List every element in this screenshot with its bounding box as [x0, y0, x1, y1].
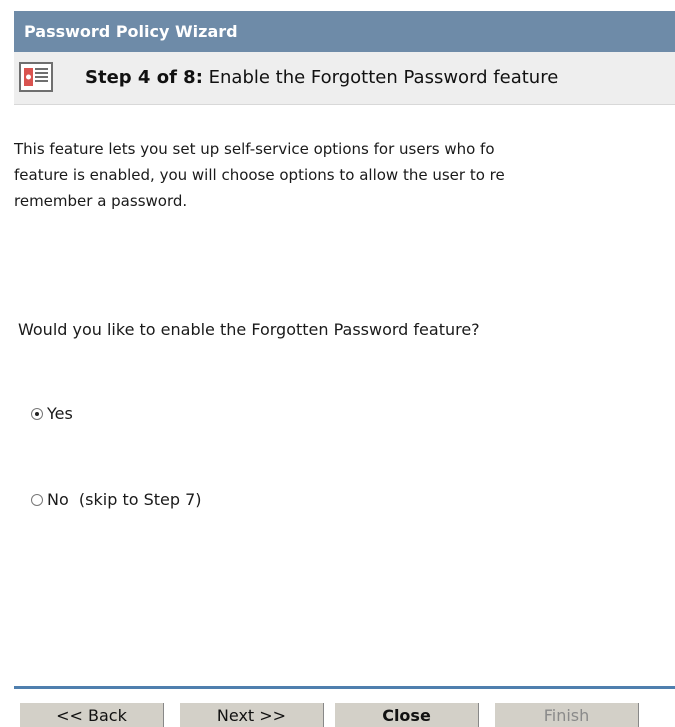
- enable-question: Would you like to enable the Forgotten P…: [18, 320, 480, 339]
- option-no[interactable]: No (skip to Step 7): [31, 490, 202, 509]
- description-line-1: This feature lets you set up self-servic…: [14, 140, 495, 158]
- description-line-3: remember a password.: [14, 192, 188, 210]
- description-line-2: feature is enabled, you will choose opti…: [14, 166, 505, 184]
- step-header: Step 4 of 8: Enable the Forgotten Passwo…: [14, 52, 675, 105]
- close-button[interactable]: Close: [335, 703, 479, 727]
- step-title: Enable the Forgotten Password feature: [208, 67, 559, 88]
- option-yes-label: Yes: [47, 404, 73, 423]
- footer-divider: [14, 686, 675, 689]
- feature-description: This feature lets you set up self-servic…: [14, 136, 675, 214]
- wizard-step-icon-svg: [19, 62, 53, 92]
- radio-selected-icon[interactable]: [31, 407, 43, 420]
- step-label: Step 4 of 8:: [85, 67, 203, 88]
- wizard-page: Password Policy Wizard Step 4 of 8: Enab…: [0, 0, 675, 727]
- wizard-step-icon: [19, 62, 53, 92]
- step-heading: Step 4 of 8: Enable the Forgotten Passwo…: [85, 67, 558, 88]
- finish-button[interactable]: Finish: [495, 703, 639, 727]
- radio-unselected-icon[interactable]: [31, 493, 43, 506]
- option-no-label: No (skip to Step 7): [47, 490, 202, 509]
- title-bar: Password Policy Wizard: [14, 11, 675, 52]
- next-button[interactable]: Next >>: [180, 703, 324, 727]
- back-button[interactable]: << Back: [20, 703, 164, 727]
- wizard-title: Password Policy Wizard: [24, 22, 238, 41]
- option-yes[interactable]: Yes: [31, 404, 73, 423]
